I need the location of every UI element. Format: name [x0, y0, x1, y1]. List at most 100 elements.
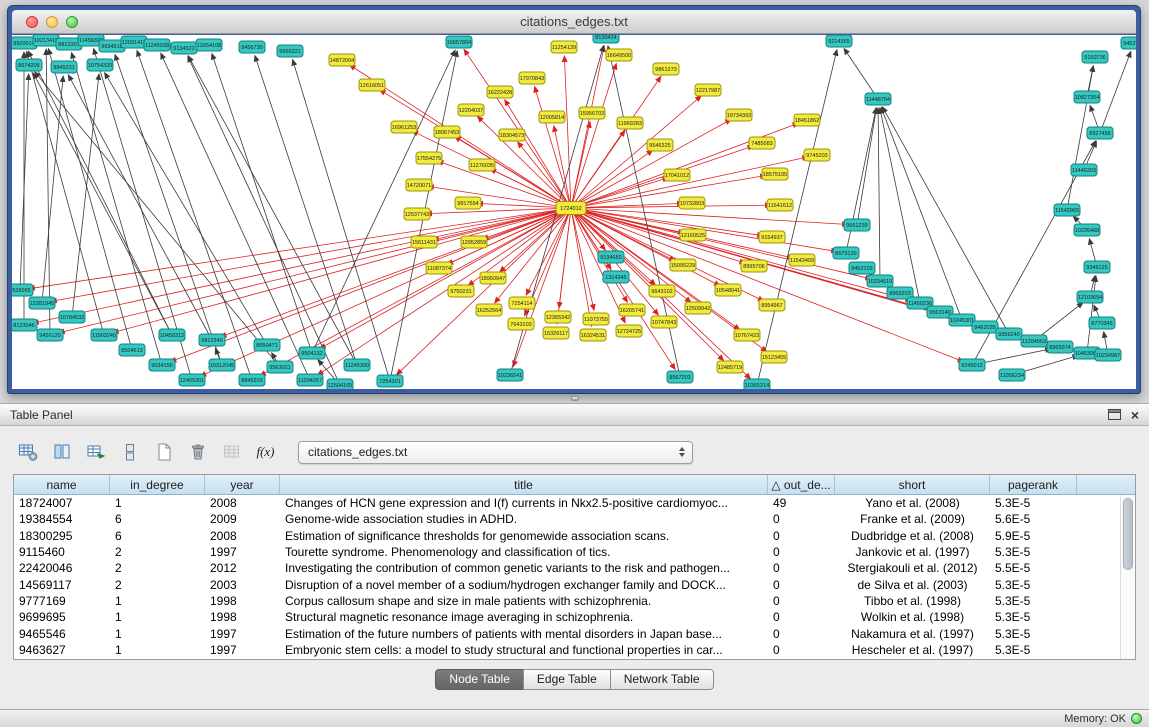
- graph-node[interactable]: 9452103: [849, 262, 875, 274]
- graph-edge[interactable]: [757, 50, 837, 385]
- graph-edge[interactable]: [188, 56, 357, 365]
- graph-node[interactable]: 12217987: [695, 84, 721, 96]
- graph-node[interactable]: 9845231: [51, 61, 77, 73]
- network-canvas[interactable]: 1724012112541391664950098612731221798719…: [12, 35, 1136, 389]
- function-icon[interactable]: f(x): [252, 439, 279, 465]
- graph-node[interactable]: 15956703: [579, 107, 605, 119]
- graph-node[interactable]: 9134522: [171, 42, 197, 54]
- graph-node[interactable]: 11034257: [297, 374, 323, 386]
- graph-node[interactable]: 10732803: [679, 197, 705, 209]
- graph-node[interactable]: 12405301: [179, 374, 205, 386]
- graph-node[interactable]: 9150736: [1082, 51, 1108, 63]
- graph-edge[interactable]: [882, 107, 1009, 334]
- graph-node[interactable]: 10312045: [209, 359, 235, 371]
- table-row[interactable]: 946554611997Estimation of the future num…: [14, 625, 1135, 641]
- graph-node[interactable]: 17970843: [519, 72, 545, 84]
- graph-node[interactable]: 12724725: [616, 325, 642, 337]
- graph-node[interactable]: 9956321: [277, 45, 303, 57]
- graph-node[interactable]: 16252564: [476, 304, 502, 316]
- graph-node[interactable]: 12365342: [545, 311, 571, 323]
- graph-node[interactable]: 7643103: [508, 318, 534, 330]
- graph-edge[interactable]: [33, 73, 172, 335]
- graph-node[interactable]: 19734393: [726, 109, 752, 121]
- graph-node[interactable]: 8650471: [254, 339, 280, 351]
- graph-node[interactable]: 9812340: [199, 334, 225, 346]
- graph-node[interactable]: 18304573: [499, 129, 525, 141]
- table-row[interactable]: 911546021997Tourette syndrome. Phenomeno…: [14, 544, 1135, 560]
- graph-node[interactable]: 11056234: [999, 369, 1025, 381]
- graph-node[interactable]: 14720071: [406, 179, 432, 191]
- graph-node[interactable]: 7254301: [377, 375, 403, 387]
- graph-node[interactable]: 16222428: [487, 86, 513, 98]
- graph-edge[interactable]: [48, 49, 132, 350]
- graph-node[interactable]: 9214365: [826, 35, 852, 47]
- graph-node[interactable]: 9245012: [959, 359, 985, 371]
- graph-node[interactable]: 15281945: [29, 297, 55, 309]
- graph-edge[interactable]: [571, 208, 625, 323]
- delete-table-icon[interactable]: [184, 439, 211, 465]
- graph-node[interactable]: 12537743: [404, 208, 430, 220]
- column-header-3[interactable]: title: [280, 475, 768, 494]
- graph-node[interactable]: 8954967: [759, 299, 785, 311]
- graph-edge[interactable]: [880, 108, 920, 303]
- column-header-5[interactable]: short: [835, 475, 990, 494]
- scrollbar-thumb[interactable]: [1123, 498, 1133, 570]
- graph-node[interactable]: 11543965: [1054, 204, 1080, 216]
- graph-node[interactable]: 18451862: [794, 114, 820, 126]
- tab-network-table[interactable]: Network Table: [610, 669, 714, 690]
- new-file-icon[interactable]: [150, 439, 177, 465]
- graph-edge[interactable]: [1100, 51, 1131, 133]
- graph-node[interactable]: 11204563: [1021, 335, 1047, 347]
- graph-node[interactable]: 8462035: [972, 321, 998, 333]
- graph-edge[interactable]: [312, 50, 455, 353]
- graph-node[interactable]: 15611431: [411, 236, 437, 248]
- table-selector-dropdown[interactable]: citations_edges.txt: [298, 441, 693, 464]
- graph-node[interactable]: 12504165: [327, 379, 353, 389]
- table-row[interactable]: 1872400712008Changes of HCN gene express…: [14, 495, 1135, 511]
- graph-node[interactable]: 2526065: [12, 284, 33, 296]
- graph-node[interactable]: 9356240: [996, 328, 1022, 340]
- graph-edge[interactable]: [105, 73, 267, 345]
- graph-node[interactable]: 8995706: [741, 260, 767, 272]
- graph-node[interactable]: 9456120: [37, 329, 63, 341]
- graph-edge[interactable]: [844, 48, 878, 99]
- graph-edge[interactable]: [571, 123, 799, 208]
- graph-node[interactable]: 14872004: [329, 54, 355, 66]
- graph-node[interactable]: 9745203: [804, 149, 830, 161]
- graph-node[interactable]: 10548041: [715, 284, 741, 296]
- network-graph[interactable]: 1724012112541391664950098612731221798719…: [12, 35, 1136, 389]
- column-header-6[interactable]: pagerank: [990, 475, 1077, 494]
- graph-edge[interactable]: [571, 208, 745, 263]
- graph-node[interactable]: 11448794: [865, 93, 891, 105]
- graph-node[interactable]: 10827304: [1074, 91, 1100, 103]
- graph-node[interactable]: 16649500: [606, 49, 632, 61]
- graph-node[interactable]: 10754320: [87, 59, 113, 71]
- table-settings-icon[interactable]: [14, 439, 41, 465]
- float-panel-icon[interactable]: [1108, 409, 1121, 420]
- graph-node[interactable]: 10234510: [867, 275, 893, 287]
- graph-node[interactable]: 11276035: [469, 159, 495, 171]
- close-panel-icon[interactable]: ×: [1131, 409, 1139, 421]
- graph-node[interactable]: 9452768: [1121, 37, 1136, 49]
- graph-node[interactable]: 11445203: [1071, 164, 1097, 176]
- graph-edge[interactable]: [857, 108, 877, 225]
- graph-node[interactable]: 8770345: [1089, 317, 1115, 329]
- graph-edge[interactable]: [293, 60, 390, 381]
- graph-node[interactable]: 12952859: [461, 236, 487, 248]
- table-row[interactable]: 977716911998Corpus callosum shape and si…: [14, 593, 1135, 609]
- graph-node[interactable]: 8504513: [119, 344, 145, 356]
- graph-node[interactable]: 8927456: [1087, 127, 1113, 139]
- graph-node[interactable]: 12005814: [539, 111, 565, 123]
- graph-node[interactable]: 9563021: [267, 361, 293, 373]
- table-vertical-scrollbar[interactable]: [1120, 495, 1135, 659]
- graph-node[interactable]: 9817554: [455, 197, 481, 209]
- table-row[interactable]: 1830029562008Estimation of significance …: [14, 528, 1135, 544]
- table-row[interactable]: 2242004622012Investigating the contribut…: [14, 560, 1135, 576]
- graph-edge[interactable]: [115, 55, 222, 365]
- graph-node[interactable]: 11969283: [617, 117, 643, 129]
- graph-node[interactable]: 10784532: [59, 311, 85, 323]
- graph-node[interactable]: 9661239: [844, 219, 870, 231]
- rows-icon[interactable]: [116, 439, 143, 465]
- graph-node[interactable]: 8130414: [593, 35, 619, 43]
- graph-node[interactable]: 8965074: [1047, 341, 1073, 353]
